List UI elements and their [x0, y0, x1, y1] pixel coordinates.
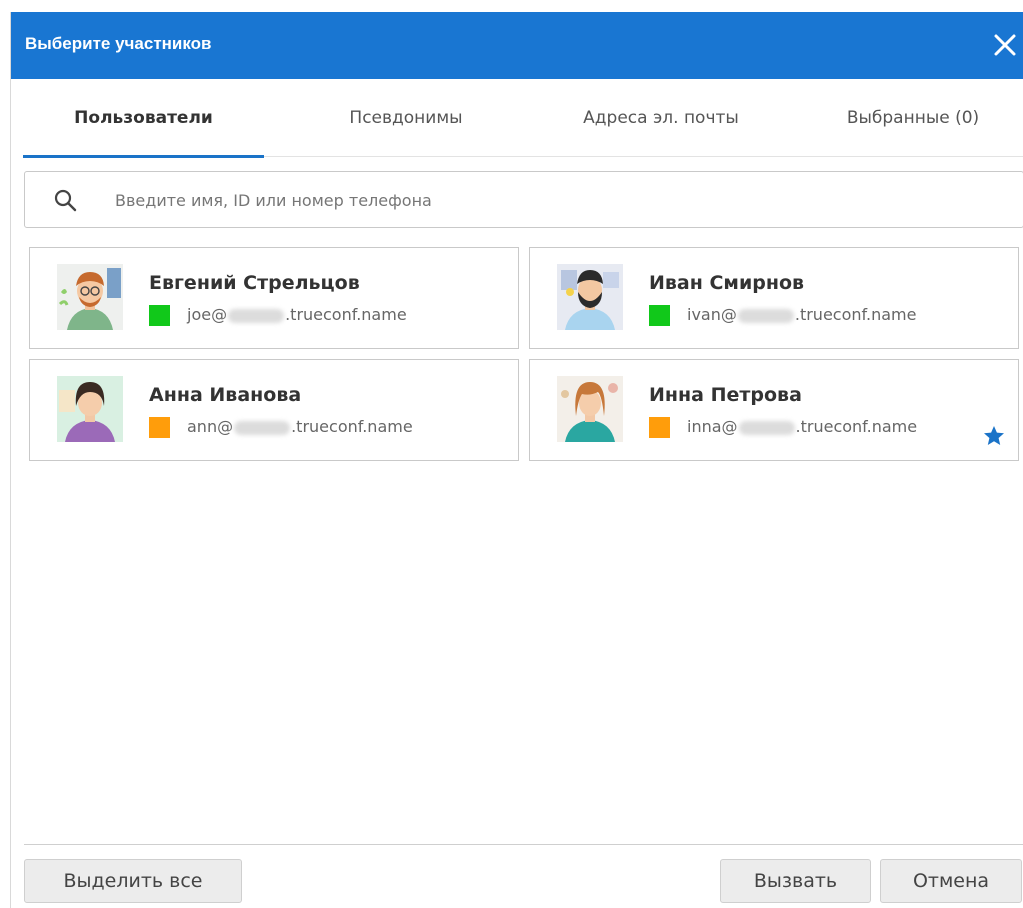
active-tab-indicator — [23, 155, 264, 158]
cancel-button[interactable]: Отмена — [880, 859, 1022, 903]
tab-users[interactable]: Пользователи — [23, 79, 264, 156]
user-card[interactable]: Анна Иванова ann@ .trueconf.name — [29, 359, 519, 461]
close-icon — [994, 34, 1016, 56]
close-button[interactable] — [990, 30, 1020, 60]
avatar — [557, 264, 623, 330]
select-participants-dialog: Выберите участников Пользователи Псевдон… — [10, 12, 1023, 908]
status-indicator — [649, 417, 670, 438]
tab-aliases[interactable]: Псевдонимы — [286, 79, 526, 156]
avatar — [57, 264, 123, 330]
user-card[interactable]: Евгений Стрельцов joe@ .trueconf.name — [29, 247, 519, 349]
user-email: joe@ .trueconf.name — [187, 305, 407, 324]
user-email: ivan@ .trueconf.name — [687, 305, 917, 324]
user-name: Инна Петрова — [649, 384, 802, 406]
select-all-button[interactable]: Выделить все — [24, 859, 242, 903]
avatar — [557, 376, 623, 442]
user-email: inna@ .trueconf.name — [687, 417, 918, 436]
dialog-title: Выберите участников — [25, 34, 212, 53]
search-icon — [54, 189, 77, 212]
user-card[interactable]: Инна Петрова inna@ .trueconf.name — [529, 359, 1019, 461]
user-name: Анна Иванова — [149, 384, 302, 406]
user-email: ann@ .trueconf.name — [187, 417, 413, 436]
user-name: Иван Смирнов — [649, 272, 805, 294]
status-indicator — [149, 417, 170, 438]
tab-selected[interactable]: Выбранные (0) — [793, 79, 1023, 156]
user-name: Евгений Стрельцов — [149, 272, 360, 294]
search-input[interactable] — [115, 184, 995, 216]
call-button[interactable]: Вызвать — [720, 859, 871, 903]
favorite-star-icon[interactable] — [982, 424, 1006, 448]
tab-bar: Пользователи Псевдонимы Адреса эл. почты… — [23, 79, 1023, 158]
dialog-header: Выберите участников — [11, 12, 1023, 79]
user-card[interactable]: Иван Смирнов ivan@ .trueconf.name — [529, 247, 1019, 349]
footer-divider — [24, 844, 1023, 845]
avatar — [57, 376, 123, 442]
status-indicator — [149, 305, 170, 326]
status-indicator — [649, 305, 670, 326]
tab-email-addresses[interactable]: Адреса эл. почты — [537, 79, 785, 156]
search-box — [24, 171, 1023, 228]
